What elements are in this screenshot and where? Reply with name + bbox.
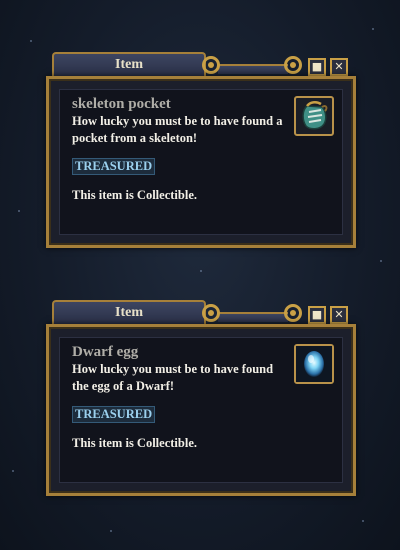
item-name: skeleton pocket [72, 96, 171, 112]
close-button[interactable]: ✕ [330, 58, 348, 76]
item-name: Dwarf egg [72, 344, 139, 360]
item-description: How lucky you must be to have found the … [72, 362, 274, 393]
swirl-ornament-icon [202, 304, 220, 322]
dwarf-egg-icon [294, 344, 334, 384]
swirl-ornament-icon [202, 56, 220, 74]
treasured-badge: TREASURED [72, 406, 156, 423]
close-button[interactable]: ✕ [330, 306, 348, 324]
tooltip-frame: Dwarf egg How lucky you must be to have … [46, 324, 356, 496]
title-bar-ornament [218, 312, 288, 322]
item-description: How lucky you must be to have found a po… [72, 114, 283, 145]
tooltip-panel: Dwarf egg How lucky you must be to have … [59, 337, 343, 483]
pin-button[interactable]: ■ [308, 306, 326, 324]
window-title[interactable]: Item [52, 300, 206, 324]
swirl-ornament-icon [284, 304, 302, 322]
treasured-badge: TREASURED [72, 158, 156, 175]
swirl-ornament-icon [284, 56, 302, 74]
window-title[interactable]: Item [52, 52, 206, 76]
tooltip-panel: skeleton pocket How lucky you must be to… [59, 89, 343, 235]
skeleton-pocket-icon [294, 96, 334, 136]
tooltip-frame: skeleton pocket How lucky you must be to… [46, 76, 356, 248]
pin-button[interactable]: ■ [308, 58, 326, 76]
collectible-text: This item is Collectible. [72, 436, 197, 450]
title-bar-ornament [218, 64, 288, 74]
collectible-text: This item is Collectible. [72, 188, 197, 202]
